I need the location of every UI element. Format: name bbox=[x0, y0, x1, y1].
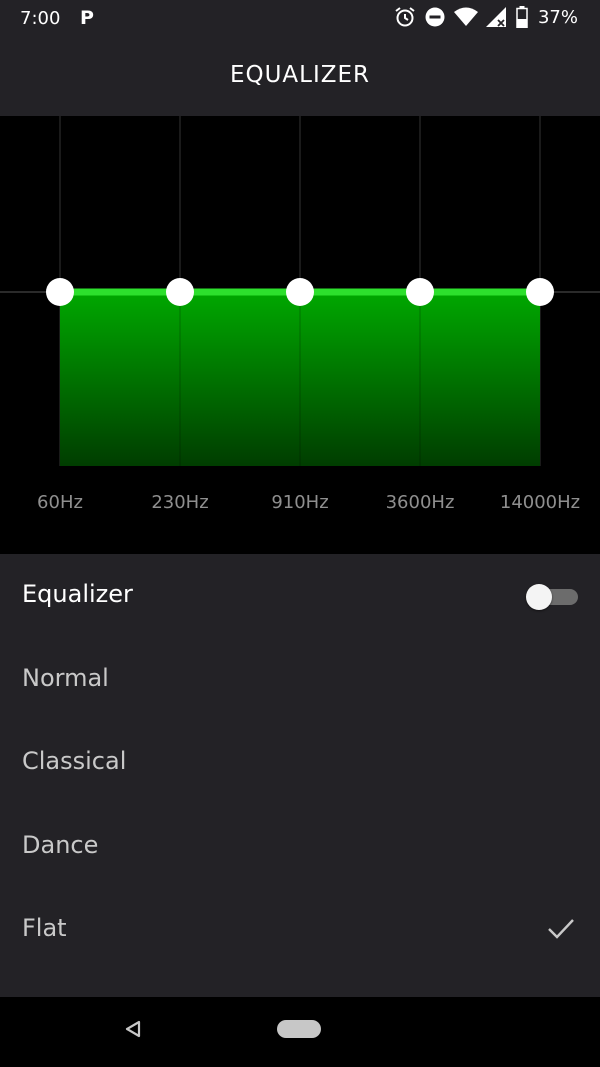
alarm-icon bbox=[395, 7, 415, 27]
equalizer-switch[interactable] bbox=[526, 584, 580, 610]
equalizer-toggle-label: Equalizer bbox=[22, 580, 133, 608]
checkmark-icon bbox=[548, 919, 574, 939]
equalizer-graph[interactable] bbox=[0, 116, 600, 554]
frequency-label: 14000Hz bbox=[499, 492, 581, 513]
preset-dance[interactable]: Dance bbox=[0, 805, 600, 888]
wifi-icon bbox=[453, 7, 478, 26]
preset-label: Flat bbox=[22, 914, 67, 942]
status-bar: 7:00 P 37% bbox=[0, 0, 600, 38]
frequency-label: 3600Hz bbox=[385, 492, 455, 513]
preset-label: Dance bbox=[22, 831, 99, 859]
do-not-disturb-icon bbox=[425, 7, 445, 27]
battery-icon bbox=[516, 6, 528, 28]
preset-label: Classical bbox=[22, 747, 127, 775]
back-icon[interactable] bbox=[124, 1020, 142, 1038]
home-icon[interactable] bbox=[277, 1020, 321, 1038]
frequency-label: 60Hz bbox=[37, 492, 83, 513]
switch-thumb bbox=[526, 584, 552, 610]
equalizer-panel: 60Hz 230Hz 910Hz 3600Hz 14000Hz bbox=[0, 116, 600, 554]
page-title: EQUALIZER bbox=[229, 62, 371, 88]
navigation-bar bbox=[0, 997, 600, 1067]
preset-list: Equalizer Normal Classical Dance Flat bbox=[0, 554, 600, 997]
band-handle-3600hz[interactable] bbox=[406, 278, 434, 306]
equalizer-toggle-row[interactable]: Equalizer bbox=[0, 554, 600, 637]
battery-percent: 37% bbox=[537, 6, 578, 28]
preset-flat[interactable]: Flat bbox=[0, 888, 600, 971]
status-icons: 37% bbox=[394, 6, 578, 28]
preset-normal[interactable]: Normal bbox=[0, 638, 600, 721]
frequency-label: 230Hz bbox=[151, 492, 209, 513]
app-bar: EQUALIZER bbox=[0, 38, 600, 116]
band-handle-60hz[interactable] bbox=[46, 278, 74, 306]
signal-icon bbox=[485, 7, 506, 27]
band-handle-230hz[interactable] bbox=[166, 278, 194, 306]
band-handle-910hz[interactable] bbox=[286, 278, 314, 306]
status-time: 7:00 bbox=[20, 8, 61, 29]
band-handle-14000hz[interactable] bbox=[526, 278, 554, 306]
preset-label: Normal bbox=[22, 664, 109, 692]
frequency-label: 910Hz bbox=[271, 492, 329, 513]
notification-p-icon: P bbox=[80, 7, 94, 29]
preset-classical[interactable]: Classical bbox=[0, 721, 600, 804]
